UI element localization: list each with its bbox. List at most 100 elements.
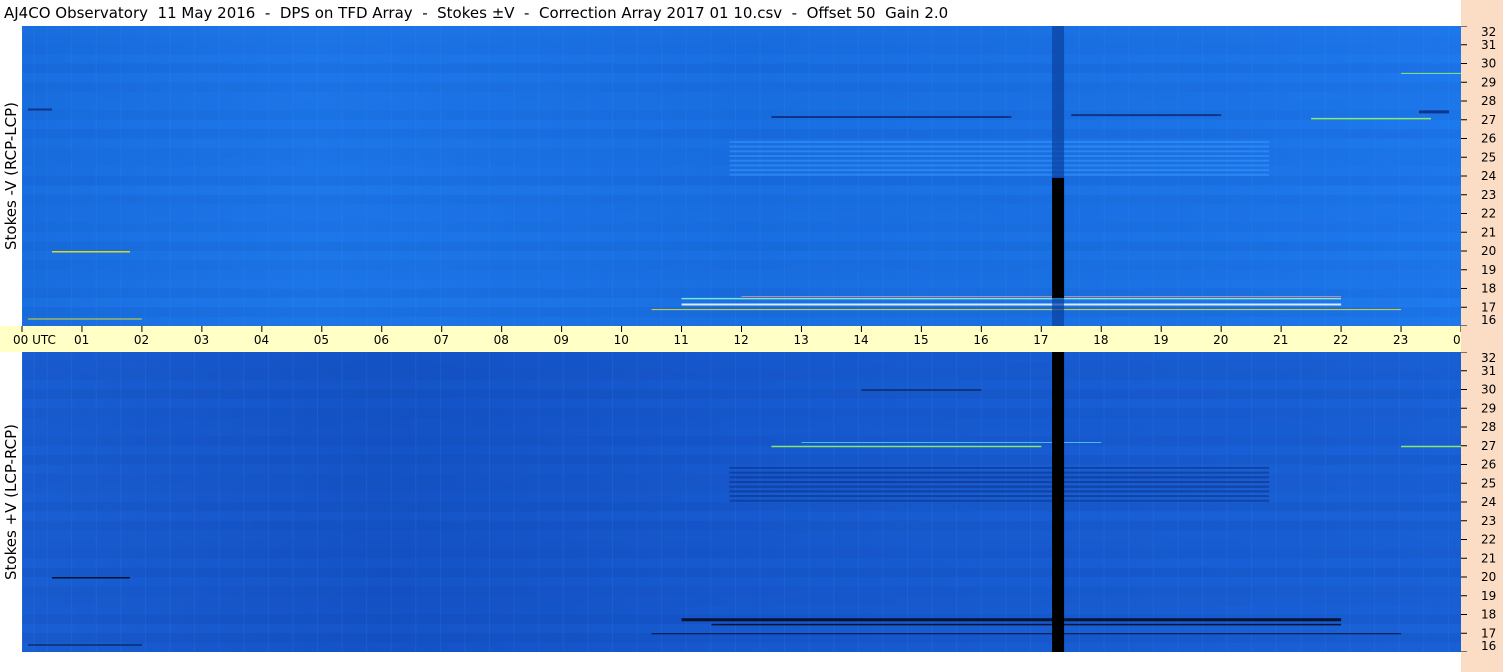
noise-column xyxy=(46,352,48,652)
noise-column xyxy=(980,26,982,326)
noise-column xyxy=(1005,352,1007,652)
noise-column xyxy=(218,26,220,326)
freq-tick-label: 21 xyxy=(1481,225,1496,239)
band-texture xyxy=(22,370,1461,381)
noise-column xyxy=(71,352,73,652)
noise-column xyxy=(95,352,97,652)
band-texture xyxy=(22,176,1461,186)
noise-column xyxy=(194,352,196,652)
freq-tick-label: 22 xyxy=(1481,533,1496,547)
freq-tick-label: 25 xyxy=(1481,150,1496,164)
freq-tick-label: 31 xyxy=(1481,38,1496,52)
time-tick-label: 16 xyxy=(973,333,988,347)
emission-streak xyxy=(741,296,1342,297)
chart-title: AJ4CO Observatory 11 May 2016 - DPS on T… xyxy=(0,0,1461,26)
noise-column xyxy=(1349,352,1351,652)
noise-column xyxy=(489,26,491,326)
noise-column xyxy=(636,352,638,652)
time-tick-label: 07 xyxy=(434,333,449,347)
freq-tick-label: 30 xyxy=(1481,383,1496,397)
band-texture xyxy=(22,586,1461,596)
noise-column xyxy=(1103,352,1105,652)
noise-column xyxy=(1128,26,1130,326)
noise-column xyxy=(1275,26,1277,326)
time-tick-label: 10 xyxy=(614,333,629,347)
striation xyxy=(729,155,1270,157)
time-tick-label: 04 xyxy=(254,333,269,347)
emission-streak xyxy=(51,577,130,579)
band-texture xyxy=(22,82,1461,92)
noise-column xyxy=(1398,26,1400,326)
band-texture xyxy=(22,101,1461,111)
freq-tick-label: 16 xyxy=(1481,639,1496,652)
noise-column xyxy=(341,352,343,652)
noise-column xyxy=(120,352,122,652)
noise-column xyxy=(980,352,982,652)
emission-streak xyxy=(711,623,1342,626)
noise-column xyxy=(439,26,441,326)
noise-column xyxy=(1226,352,1228,652)
freq-tick-label: 27 xyxy=(1481,113,1496,127)
noise-column xyxy=(390,26,392,326)
emission-streak xyxy=(1419,110,1450,114)
time-tick-label: 12 xyxy=(734,333,749,347)
striation xyxy=(729,481,1270,483)
freq-tick-label: 23 xyxy=(1481,514,1496,528)
noise-column xyxy=(808,352,810,652)
noise-column xyxy=(292,352,294,652)
noise-column xyxy=(243,26,245,326)
noise-column xyxy=(562,26,564,326)
ylabel-top-text: Stokes -V (RCP-LCP) xyxy=(2,102,20,250)
striation xyxy=(729,485,1270,488)
noise-column xyxy=(390,352,392,652)
noise-column xyxy=(1005,26,1007,326)
emission-streak xyxy=(681,297,1342,300)
noise-column xyxy=(1300,352,1302,652)
emission-streak xyxy=(27,318,142,320)
noise-column xyxy=(46,26,48,326)
band-texture xyxy=(22,417,1461,427)
band-texture xyxy=(22,436,1461,446)
noise-column xyxy=(956,26,958,326)
noise-column xyxy=(513,26,515,326)
noise-column xyxy=(1079,352,1081,652)
noise-column xyxy=(489,352,491,652)
freq-tick-label: 31 xyxy=(1481,364,1496,378)
band-texture xyxy=(22,502,1461,512)
emission-streak xyxy=(651,309,1402,311)
freq-tick-label: 21 xyxy=(1481,551,1496,565)
time-tick-label: 08 xyxy=(494,333,509,347)
noise-column xyxy=(1152,352,1154,652)
noise-column xyxy=(611,352,613,652)
noise-column xyxy=(316,26,318,326)
freq-tick-label: 23 xyxy=(1481,188,1496,202)
noise-column xyxy=(243,352,245,652)
emission-streak xyxy=(681,303,1342,306)
time-tick-label: 13 xyxy=(793,333,808,347)
freq-tick-label: 18 xyxy=(1481,282,1496,296)
noise-column xyxy=(784,352,786,652)
striation xyxy=(729,159,1270,162)
band-texture xyxy=(22,577,1461,586)
data-gap-band xyxy=(1052,352,1065,652)
time-tick-label: 18 xyxy=(1093,333,1108,347)
noise-column xyxy=(1177,26,1179,326)
noise-column xyxy=(685,26,687,326)
noise-column xyxy=(71,26,73,326)
noise-column xyxy=(906,352,908,652)
freq-tick-label: 24 xyxy=(1481,169,1496,183)
time-tick-label: 06 xyxy=(374,333,389,347)
freq-tick-label: 19 xyxy=(1481,263,1496,277)
striation xyxy=(729,471,1270,474)
freq-tick-label: 25 xyxy=(1481,476,1496,490)
noise-column xyxy=(587,352,589,652)
band-texture xyxy=(22,232,1461,241)
time-tick-label: 23 xyxy=(1393,333,1408,347)
band-texture xyxy=(22,35,1461,45)
freq-tick-label: 20 xyxy=(1481,570,1496,584)
ylabel-top: Stokes -V (RCP-LCP) xyxy=(0,26,22,326)
band-texture xyxy=(22,204,1461,213)
noise-column xyxy=(1447,352,1449,652)
noise-column xyxy=(857,26,859,326)
striation xyxy=(729,173,1270,176)
